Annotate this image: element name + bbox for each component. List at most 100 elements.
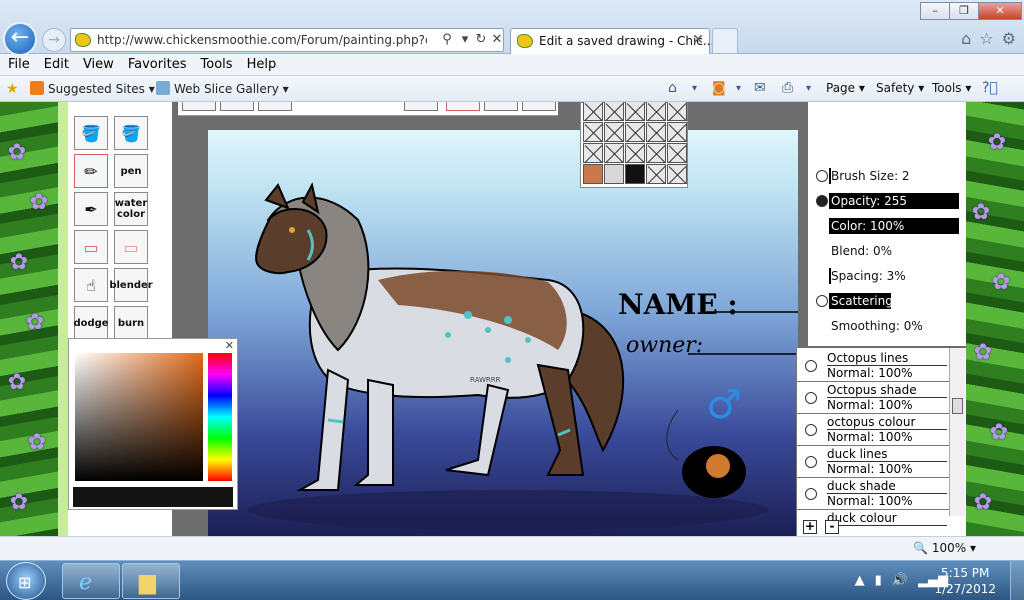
taskbar-internet-explorer[interactable]: ℯ bbox=[62, 563, 120, 599]
layer-row[interactable]: octopus colour Normal: 100% bbox=[797, 414, 949, 446]
tool-water-color[interactable]: water color bbox=[114, 192, 148, 226]
tool-pen[interactable]: pen bbox=[114, 154, 148, 188]
color-swatch[interactable] bbox=[604, 164, 624, 184]
home-dropdown-icon[interactable]: ▾ bbox=[692, 83, 697, 94]
feeds-icon[interactable]: ◙ bbox=[712, 80, 726, 96]
tool-dodge[interactable]: dodge bbox=[73, 306, 109, 340]
menu-favorites[interactable]: Favorites bbox=[128, 57, 187, 72]
layers-scroll-thumb[interactable] bbox=[952, 398, 963, 414]
empty-swatch[interactable] bbox=[583, 143, 603, 163]
settings-gear-icon[interactable]: ⚙ bbox=[1002, 29, 1016, 48]
color-picker-close-icon[interactable]: ✕ bbox=[225, 339, 234, 352]
color-swatch[interactable] bbox=[583, 164, 603, 184]
start-button[interactable]: ⊞ bbox=[6, 562, 46, 600]
scattering-slider[interactable]: Scattering: 484% bbox=[829, 293, 959, 309]
show-desktop-button[interactable] bbox=[1010, 561, 1024, 600]
taskbar-file-explorer[interactable]: ▆ bbox=[122, 563, 180, 599]
empty-swatch[interactable] bbox=[604, 143, 624, 163]
layer-row[interactable]: Octopus lines Normal: 100% bbox=[797, 350, 949, 382]
maximize-button[interactable]: ❐ bbox=[949, 2, 979, 20]
empty-swatch[interactable] bbox=[583, 102, 603, 121]
favorites-star-icon[interactable]: ☆ bbox=[979, 29, 993, 48]
empty-swatch[interactable] bbox=[625, 102, 645, 121]
empty-swatch[interactable] bbox=[667, 102, 687, 121]
top-tool-slot[interactable] bbox=[446, 102, 480, 111]
layer-row[interactable]: duck lines Normal: 100% bbox=[797, 446, 949, 478]
layer-visibility-radio[interactable] bbox=[805, 360, 817, 372]
home-icon[interactable]: ⌂ bbox=[961, 29, 971, 48]
empty-swatch[interactable] bbox=[625, 143, 645, 163]
layer-row[interactable]: Octopus shade Normal: 100% bbox=[797, 382, 949, 414]
tool-pencil[interactable]: ✏ bbox=[74, 154, 108, 188]
top-tool-slot[interactable] bbox=[484, 102, 518, 111]
color-swatch[interactable] bbox=[625, 164, 645, 184]
empty-swatch[interactable] bbox=[646, 102, 666, 121]
suggested-sites-link[interactable]: Suggested Sites ▾ bbox=[48, 82, 155, 96]
back-button[interactable]: ← bbox=[3, 22, 37, 56]
saturation-value-field[interactable] bbox=[75, 353, 203, 481]
tray-expand-icon[interactable]: ▲ bbox=[855, 573, 865, 588]
tool-airbrush[interactable]: ✒ bbox=[74, 192, 108, 226]
empty-swatch[interactable] bbox=[583, 122, 603, 142]
close-window-button[interactable]: ✕ bbox=[978, 2, 1022, 20]
spacing-slider[interactable]: Spacing: 3% bbox=[829, 268, 959, 284]
feeds-dropdown-icon[interactable]: ▾ bbox=[736, 83, 741, 94]
zoom-level[interactable]: 🔍 100% ▾ bbox=[913, 541, 976, 555]
color-slider[interactable]: Color: 100% bbox=[829, 218, 959, 234]
page-menu-button[interactable]: Page ▾ bbox=[826, 81, 865, 95]
mail-icon[interactable]: ✉ bbox=[754, 80, 766, 96]
system-clock[interactable]: 5:15 PM 1/27/2012 bbox=[934, 565, 996, 597]
menu-help[interactable]: Help bbox=[247, 57, 277, 72]
layer-row[interactable]: duck shade Normal: 100% bbox=[797, 478, 949, 510]
empty-swatch[interactable] bbox=[604, 122, 624, 142]
print-dropdown-icon[interactable]: ▾ bbox=[806, 83, 811, 94]
empty-swatch[interactable] bbox=[646, 143, 666, 163]
layer-visibility-radio[interactable] bbox=[805, 456, 817, 468]
smoothing-row[interactable]: Smoothing: 0% bbox=[816, 318, 962, 334]
tool-eraser[interactable]: ▭ bbox=[74, 230, 108, 264]
volume-icon[interactable]: 🔊 bbox=[892, 573, 908, 588]
empty-swatch[interactable] bbox=[667, 122, 687, 142]
tool-burn[interactable]: burn bbox=[114, 306, 148, 340]
brush-size-row[interactable]: Brush Size: 2 bbox=[816, 168, 962, 184]
forward-button[interactable]: → bbox=[42, 28, 66, 52]
top-tool-slot[interactable] bbox=[258, 102, 292, 111]
favorites-star-icon[interactable]: ★ bbox=[6, 81, 19, 97]
print-icon[interactable]: ⎙ bbox=[782, 80, 793, 96]
color-row[interactable]: Color: 100% bbox=[816, 218, 962, 234]
minimize-button[interactable]: – bbox=[920, 2, 950, 20]
menu-file[interactable]: File bbox=[8, 57, 30, 72]
spacing-row[interactable]: Spacing: 3% bbox=[816, 268, 962, 284]
search-icon[interactable]: ⚲ bbox=[439, 32, 455, 47]
new-tab-button[interactable] bbox=[712, 28, 738, 54]
empty-swatch[interactable] bbox=[604, 102, 624, 121]
hue-slider[interactable] bbox=[208, 353, 232, 481]
tool-smudge[interactable]: ☝ bbox=[74, 268, 108, 302]
empty-swatch[interactable] bbox=[667, 143, 687, 163]
brush-size-radio[interactable] bbox=[816, 170, 828, 182]
tools-menu-button[interactable]: Tools ▾ bbox=[932, 81, 971, 95]
menu-tools[interactable]: Tools bbox=[201, 57, 233, 72]
dropdown-icon[interactable]: ▾ bbox=[457, 32, 473, 47]
opacity-slider[interactable]: Opacity: 255 bbox=[829, 193, 959, 209]
empty-swatch[interactable] bbox=[667, 164, 687, 184]
top-tool-slot[interactable] bbox=[220, 102, 254, 111]
address-url[interactable]: http://www.chickensmoothie.com/Forum/pai… bbox=[97, 33, 427, 47]
home-icon[interactable]: ⌂ bbox=[668, 80, 677, 96]
refresh-icon[interactable]: ↻ bbox=[473, 32, 489, 47]
layers-scrollbar[interactable] bbox=[949, 348, 965, 516]
opacity-row[interactable]: Opacity: 255 bbox=[816, 193, 962, 209]
menu-view[interactable]: View bbox=[83, 57, 114, 72]
menu-edit[interactable]: Edit bbox=[44, 57, 69, 72]
empty-swatch[interactable] bbox=[646, 164, 666, 184]
tool-soft-eraser[interactable]: ▭ bbox=[114, 230, 148, 264]
top-tool-slot[interactable] bbox=[182, 102, 216, 111]
help-icon[interactable]: ?⃝ bbox=[982, 80, 998, 96]
blend-row[interactable]: Blend: 0% bbox=[816, 243, 962, 259]
layer-row[interactable]: duck colour bbox=[797, 510, 949, 536]
top-tool-slot[interactable] bbox=[404, 102, 438, 111]
layer-visibility-radio[interactable] bbox=[805, 424, 817, 436]
address-bar[interactable]: http://www.chickensmoothie.com/Forum/pai… bbox=[70, 28, 504, 52]
stop-icon[interactable]: ✕ bbox=[489, 32, 505, 47]
web-slice-gallery-link[interactable]: Web Slice Gallery ▾ bbox=[174, 82, 289, 96]
